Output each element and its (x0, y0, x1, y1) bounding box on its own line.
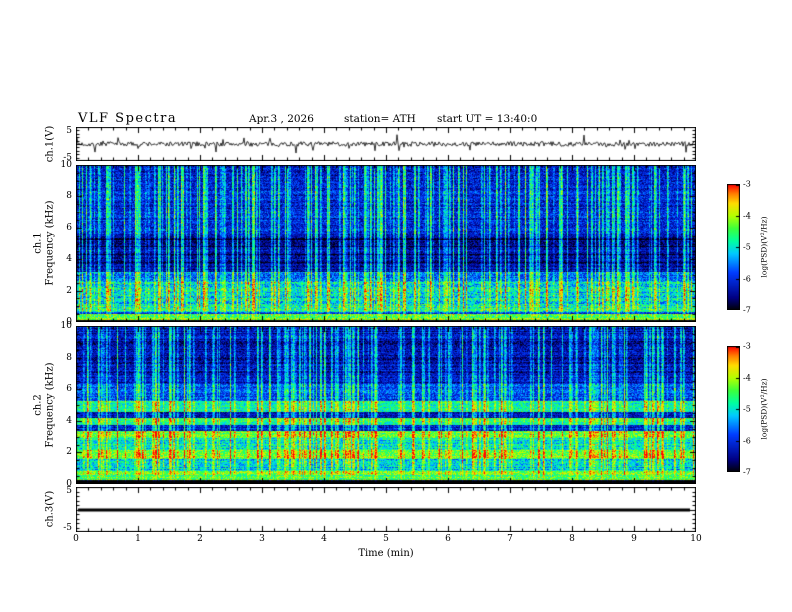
header-date: Apr.3 , 2026 (249, 113, 314, 125)
ch2-spec-ytick-label: 8 (66, 352, 72, 363)
ch1-waveform-canvas (76, 127, 696, 161)
colorbar-ch2-tick-label: -5 (743, 404, 751, 414)
ch1-wave-ytick-label: 5 (66, 126, 72, 136)
ch3-wave-ylabel: ch.3(V) (44, 491, 56, 528)
ch1-wave-ylabel-text: ch.1(V) (44, 125, 56, 163)
ch1-spec-ytick-label: 6 (66, 222, 72, 233)
ch1-spec-ylabel-line2: Frequency (kHz) (44, 200, 55, 286)
ch1-spec-ylabel-line1: ch.1 (32, 232, 44, 254)
x-axis-tick-label: 8 (569, 534, 575, 544)
colorbar-ch1-tick-label: -4 (743, 211, 751, 220)
colorbar-ch1-tick-label: -6 (743, 274, 751, 283)
ch2-spec-ytick-label: 4 (66, 415, 72, 426)
ch3-waveform-canvas (76, 487, 696, 532)
x-axis-tick-label: 6 (445, 534, 451, 544)
ch1-spec-ytick-label: 8 (66, 191, 72, 202)
header-start-ut: start UT = 13:40:0 (437, 113, 538, 125)
ch2-spec-ylabel-line2: Frequency (kHz) (44, 362, 55, 448)
ch3-wave-ytick-label: 5 (66, 486, 72, 496)
x-axis-tick-label: 10 (690, 534, 702, 544)
ch2-spec-ylabel: ch.2 Frequency (kHz) (33, 362, 56, 447)
ch1-spec-ytick-label: 2 (66, 285, 72, 296)
colorbar-ch2-tick-label: -4 (743, 373, 751, 382)
colorbar-ch2-label: log(PSD)(V²/Hz) (759, 378, 769, 440)
x-axis-tick-label: 1 (135, 534, 141, 544)
x-axis-tick-label: 0 (73, 534, 79, 544)
ch2-spec-ylabel-line1: ch.2 (32, 394, 44, 416)
ch2-spec-ytick-label: 10 (60, 321, 72, 331)
ch2-spec-ytick-label: 6 (66, 384, 72, 395)
ch1-wave-ytick-label: -5 (63, 153, 72, 163)
ch1-spec-ytick-label: 4 (66, 254, 72, 265)
x-axis-tick-label: 3 (259, 534, 265, 544)
colorbar-ch1-tick-label: -3 (743, 179, 751, 189)
ch1-spec-ylabel: ch.1 Frequency (kHz) (33, 200, 56, 285)
colorbar-ch1-tick-label: -7 (743, 305, 751, 315)
colorbar-ch2-tick-label: -7 (743, 467, 751, 477)
colorbar-ch1-tick-label: -5 (743, 242, 751, 252)
ch3-wave-ytick-label: -5 (63, 523, 72, 533)
colorbar-ch2-tick-label: -6 (743, 436, 751, 445)
vlf-spectra-figure: VLF Spectra Apr.3 , 2026 station= ATH st… (0, 0, 792, 612)
header-station: station= ATH (344, 113, 416, 125)
colorbar-ch2-canvas (727, 346, 740, 472)
ch1-wave-ylabel: ch.1(V) (44, 126, 56, 163)
x-axis-tick-label: 2 (197, 534, 203, 544)
x-axis-tick-label: 9 (631, 534, 637, 544)
x-axis-tick-label: 7 (507, 534, 513, 544)
x-axis-tick-label: 5 (383, 534, 389, 544)
ch2-spectrogram-canvas (76, 326, 696, 484)
ch3-wave-ylabel-text: ch.3(V) (44, 490, 56, 528)
figure-title: VLF Spectra (78, 111, 178, 126)
colorbar-ch1-canvas (727, 184, 740, 310)
ch2-spec-ytick-label: 2 (66, 447, 72, 458)
colorbar-ch1-label: log(PSD)(V²/Hz) (759, 216, 769, 278)
x-axis-title: Time (min) (358, 548, 414, 559)
x-axis-tick-label: 4 (321, 534, 327, 544)
ch1-spectrogram-canvas (76, 165, 696, 322)
colorbar-ch2-tick-label: -3 (743, 341, 751, 351)
